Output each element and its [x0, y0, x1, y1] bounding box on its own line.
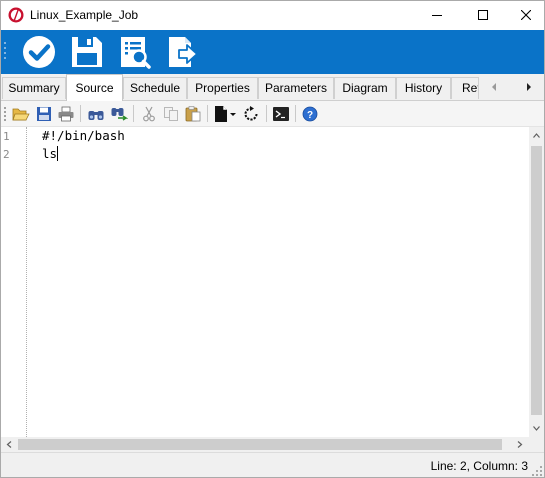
copy-icon — [164, 107, 178, 121]
cut-button[interactable] — [140, 105, 158, 123]
paste-button[interactable] — [184, 105, 202, 123]
cut-icon — [143, 106, 155, 122]
close-icon — [521, 10, 531, 20]
arrow-left-icon — [6, 441, 12, 448]
main-toolbar — [1, 30, 544, 74]
chevron-right-icon — [527, 83, 531, 91]
save-script-button[interactable] — [35, 105, 53, 123]
line-number-gutter: 1 2 — [1, 127, 27, 437]
find-button[interactable] — [87, 105, 105, 123]
close-button[interactable] — [508, 1, 544, 30]
find-replace-button[interactable] — [110, 105, 129, 123]
tab-scroll-left-button[interactable] — [487, 79, 501, 95]
print-icon — [58, 106, 74, 122]
scroll-up-button[interactable] — [529, 128, 544, 143]
arrow-right-icon — [517, 441, 523, 448]
find-replace-icon — [111, 108, 129, 121]
code-line[interactable]: ls — [42, 146, 59, 161]
tab-parameters[interactable]: Parameters — [258, 77, 334, 99]
toolbar-separator — [266, 105, 267, 122]
svg-text:?: ? — [307, 110, 313, 121]
refresh-button[interactable] — [242, 105, 260, 123]
maximize-button[interactable] — [465, 1, 501, 30]
title-bar: Linux_Example_Job — [1, 1, 544, 30]
horizontal-scrollbar[interactable] — [1, 437, 529, 452]
toolbar-separator — [295, 105, 296, 122]
save-button[interactable] — [69, 34, 105, 70]
arrow-down-icon — [533, 426, 540, 431]
minimize-button[interactable] — [419, 1, 455, 30]
run-terminal-button[interactable] — [272, 105, 290, 123]
refresh-icon — [244, 106, 258, 121]
toolbar-grip[interactable] — [4, 42, 7, 60]
chevron-left-icon — [492, 83, 496, 91]
open-button[interactable] — [12, 105, 30, 123]
resize-grip-icon[interactable] — [532, 466, 542, 476]
toolbar-separator — [133, 105, 134, 122]
scroll-right-button[interactable] — [512, 437, 527, 452]
help-icon: ? — [302, 106, 318, 122]
tab-ref[interactable]: Ref — [451, 77, 479, 99]
fold-margin — [26, 127, 27, 437]
app-logo-icon — [8, 7, 24, 23]
help-button[interactable]: ? — [301, 105, 319, 123]
save-and-close-icon — [23, 36, 55, 68]
find-icon — [88, 111, 104, 120]
save-and-close-button[interactable] — [21, 34, 57, 70]
tab-history[interactable]: History — [396, 77, 451, 99]
toolbar-separator — [207, 105, 208, 122]
new-document-icon — [215, 106, 236, 122]
scroll-left-button[interactable] — [2, 437, 17, 452]
editor-toolbar: ? — [1, 101, 544, 127]
minimize-icon — [432, 15, 442, 16]
line-number: 1 — [3, 130, 10, 143]
save-icon — [37, 107, 51, 121]
tab-diagram[interactable]: Diagram — [334, 77, 396, 99]
code-line[interactable]: #!/bin/bash — [42, 128, 125, 143]
new-document-dropdown[interactable] — [213, 105, 237, 123]
copy-button[interactable] — [162, 105, 180, 123]
save-icon — [72, 37, 102, 67]
tab-schedule[interactable]: Schedule — [123, 77, 187, 99]
paste-icon — [185, 106, 201, 122]
source-editor[interactable]: 1 2 #!/bin/bash ls — [1, 127, 529, 437]
open-icon — [12, 108, 30, 121]
job-editor-window: Linux_Example_Job Summary Source Schedul… — [0, 0, 545, 478]
code-text: #!/bin/bash — [42, 128, 125, 143]
scrollbar-corner — [529, 437, 544, 452]
export-icon — [169, 37, 198, 67]
arrow-up-icon — [533, 133, 540, 138]
tab-summary[interactable]: Summary — [2, 77, 66, 99]
line-number: 2 — [3, 148, 10, 161]
toolbar-separator — [80, 105, 81, 122]
tab-strip: Summary Source Schedule Properties Param… — [1, 74, 544, 101]
editor-toolbar-grip[interactable] — [4, 107, 6, 123]
view-report-button[interactable] — [117, 34, 153, 70]
status-bar: Line: 2, Column: 3 — [1, 452, 544, 477]
terminal-icon — [273, 107, 289, 121]
tab-properties[interactable]: Properties — [187, 77, 258, 99]
maximize-icon — [478, 10, 488, 20]
vertical-scroll-thumb[interactable] — [531, 146, 542, 415]
scroll-down-button[interactable] — [529, 421, 544, 436]
tab-source[interactable]: Source — [66, 74, 123, 101]
code-text: ls — [42, 146, 58, 161]
window-title: Linux_Example_Job — [30, 8, 139, 22]
horizontal-scroll-thumb[interactable] — [18, 439, 502, 450]
tab-scroll-right-button[interactable] — [522, 79, 536, 95]
cursor-position: Line: 2, Column: 3 — [430, 459, 528, 473]
vertical-scrollbar[interactable] — [529, 127, 544, 437]
print-button[interactable] — [57, 105, 75, 123]
export-button[interactable] — [165, 34, 201, 70]
view-report-icon — [121, 37, 151, 69]
text-caret — [57, 146, 59, 161]
